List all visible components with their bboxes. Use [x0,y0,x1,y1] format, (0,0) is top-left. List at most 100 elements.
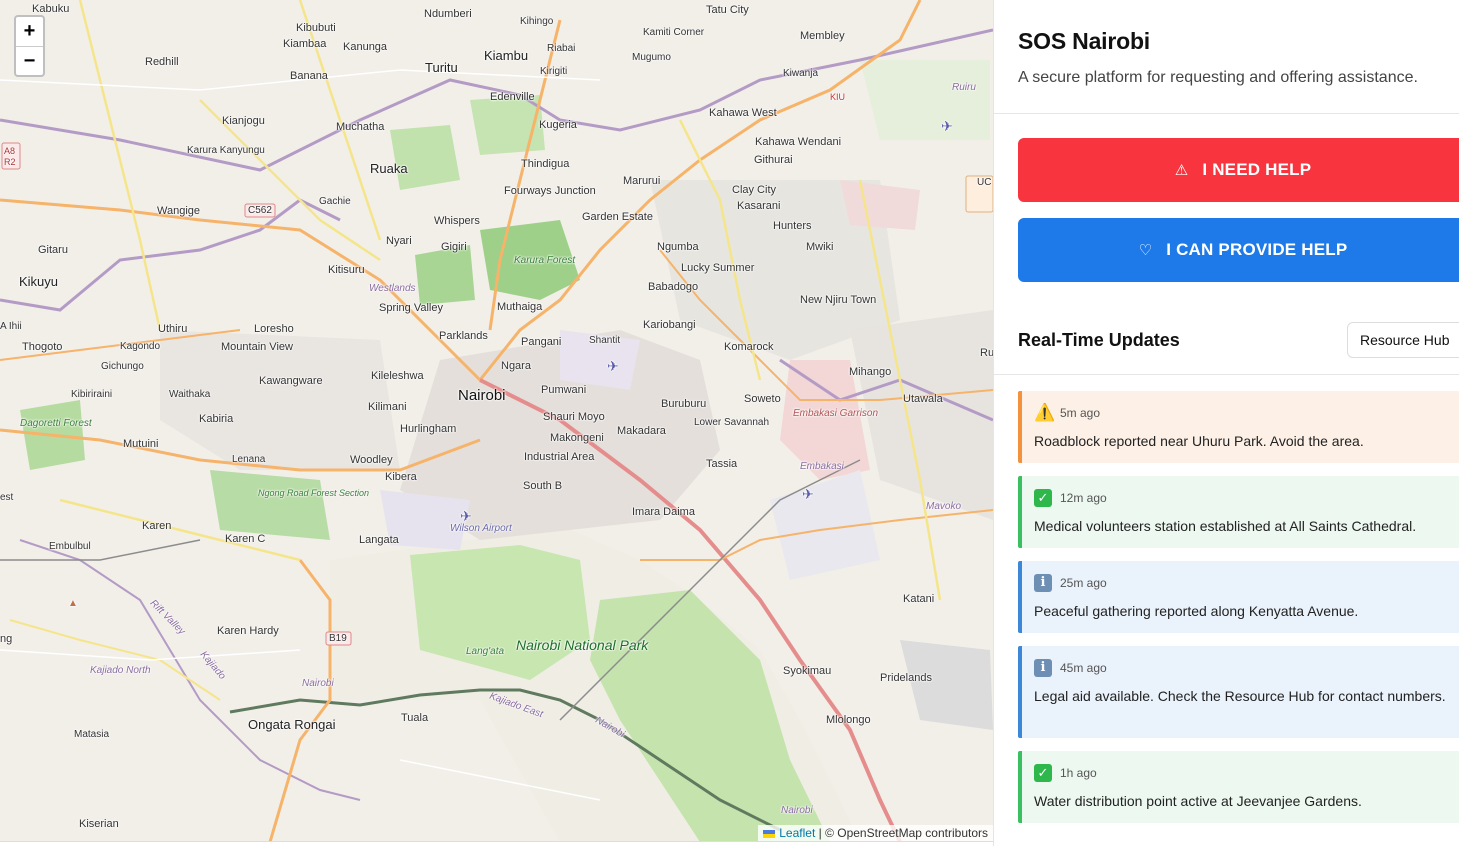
app-title: SOS Nairobi [1018,28,1150,54]
update-text: Legal aid available. Check the Resource … [1034,688,1446,704]
map-label-mlolongo: Mlolongo [826,714,871,726]
map-label-buruburu: Buruburu [661,398,707,410]
map-label-githurai: Githurai [754,154,793,166]
warning-icon: ⚠️ [1034,403,1056,422]
map-label-hunters: Hunters [773,220,812,232]
map-label-utawala: Utawala [903,393,943,405]
map-label-kiwanja: Kiwanja [783,68,819,79]
airport-icon: ✈ [802,486,814,502]
map-label-kajiado-north: Kajiado North [90,665,151,676]
map-label-kitisuru: Kitisuru [328,264,365,276]
updates-feed[interactable]: ⚠️ 5m ago Roadblock reported near Uhuru … [1018,391,1459,836]
map-label-mountain-view: Mountain View [221,341,293,353]
update-text: Roadblock reported near Uhuru Park. Avoi… [1034,433,1364,449]
map-label-wangige: Wangige [157,205,201,217]
map-label-komarock: Komarock [724,341,774,353]
map-label-kugeria: Kugeria [539,119,577,131]
heart-icon: ♡ [1138,242,1153,259]
map-label-kiserian: Kiserian [79,818,119,830]
map-label-ru: Ru [980,347,993,359]
map-label-ng: ng [0,633,13,645]
map-label-est: est [0,492,14,503]
map[interactable]: Kabuku Ndumberi Kihingo Tatu City Kibubu… [0,0,993,842]
map-label-fourways: Fourways Junction [504,185,596,197]
map-label-lower-savannah: Lower Savannah [694,417,770,428]
resource-hub-button[interactable]: Resource Hub [1347,322,1459,358]
map-label-imara-daima: Imara Daima [632,506,695,518]
update-time: 45m ago [1060,661,1107,675]
attribution-text: | © OpenStreetMap contributors [818,826,988,840]
update-time: 12m ago [1060,491,1107,505]
map-label-marurui: Marurui [623,175,661,187]
map-label-ngong-forest: Ngong Road Forest Section [258,488,370,498]
updates-header: Real-Time Updates Resource Hub [1018,322,1459,358]
map-label-kibubuti: Kibubuti [296,22,336,34]
update-text: Peaceful gathering reported along Kenyat… [1034,603,1359,619]
map-label-gachie: Gachie [319,196,351,207]
map-label-uthiru: Uthiru [158,323,188,335]
update-card: i 25m ago Peaceful gathering reported al… [1018,561,1459,633]
map-label-soweto: Soweto [744,393,781,405]
map-label-mutuini: Mutuini [123,438,159,450]
map-label-pumwani: Pumwani [541,384,587,396]
update-time: 1h ago [1060,766,1097,780]
warning-icon: ⚠ [1174,162,1189,179]
update-card: ✓ 12m ago Medical volunteers station est… [1018,476,1459,548]
map-label-nyari: Nyari [386,235,412,247]
app: Kabuku Ndumberi Kihingo Tatu City Kibubu… [0,0,1459,846]
map-label-langata: Langata [359,534,399,546]
map-label-muchatha: Muchatha [336,121,385,133]
update-text: Water distribution point active at Jeeva… [1034,793,1362,809]
update-text: Medical volunteers station established a… [1034,518,1417,534]
map-label-karura-forest: Karura Forest [514,255,576,266]
map-label-edenville: Edenville [490,91,535,103]
map-attribution: Leaflet | © OpenStreetMap contributors [758,825,993,841]
map-label-nairobi-road: Nairobi [302,678,334,689]
map-label-woodley: Woodley [350,454,393,466]
need-help-button[interactable]: ⚠ I NEED HELP [1018,138,1459,202]
need-help-label: I NEED HELP [1202,160,1312,179]
map-label-waithaka: Waithaka [169,389,211,400]
map-label-kanunga: Kanunga [343,41,388,53]
map-label-whispers: Whispers [434,215,480,227]
map-label-kirigiti: Kirigiti [540,66,568,77]
map-label-gigiri: Gigiri [441,241,467,253]
map-label-banana: Banana [290,70,328,82]
map-label-a8: A8 [4,146,16,156]
map-label-lenana: Lenana [232,454,266,465]
map-label-kiu: KIU [830,92,846,102]
map-label-redhill: Redhill [145,56,179,68]
leaflet-link[interactable]: Leaflet [779,826,815,840]
map-label-kianjogu: Kianjogu [222,115,265,127]
update-card: ✓ 1h ago Water distribution point active… [1018,751,1459,823]
info-icon: i [1034,574,1052,592]
map-label-makongeni: Makongeni [550,432,604,444]
map-label-south-b: South B [523,480,563,492]
map-label-riabai: Riabai [547,43,576,54]
updates-title: Real-Time Updates [1018,330,1180,350]
provide-help-button[interactable]: ♡ I CAN PROVIDE HELP [1018,218,1459,282]
map-label-kilimani: Kilimani [368,401,407,413]
map-label-shantit: Shantit [589,335,621,346]
map-label-a-ihii: A Ihii [0,321,22,332]
provide-help-label: I CAN PROVIDE HELP [1166,240,1348,259]
map-label-kahawa-west: Kahawa West [709,107,777,119]
airport-icon: ✈ [941,118,953,134]
zoom-control: + − [14,15,45,77]
map-label-uc: UC [977,177,992,188]
update-time: 5m ago [1060,406,1101,420]
map-label-ndumberi: Ndumberi [424,8,472,20]
map-label-ngumba: Ngumba [657,241,699,253]
map-label-kihingo: Kihingo [520,16,554,27]
map-label-hurlingham: Hurlingham [400,423,457,435]
zoom-out-button[interactable]: − [16,46,43,75]
map-label-kariobangi: Kariobangi [643,319,696,331]
map-label-kasarani: Kasarani [737,200,781,212]
map-label-nairobi: Nairobi [458,387,506,404]
map-label-nairobi-road3: Nairobi [781,805,813,816]
zoom-in-button[interactable]: + [16,17,43,46]
map-label-gitaru: Gitaru [38,244,68,256]
map-label-parklands: Parklands [439,330,488,342]
map-label-garden-estate: Garden Estate [582,211,653,223]
map-label-embakasi: Embakasi [800,461,844,472]
